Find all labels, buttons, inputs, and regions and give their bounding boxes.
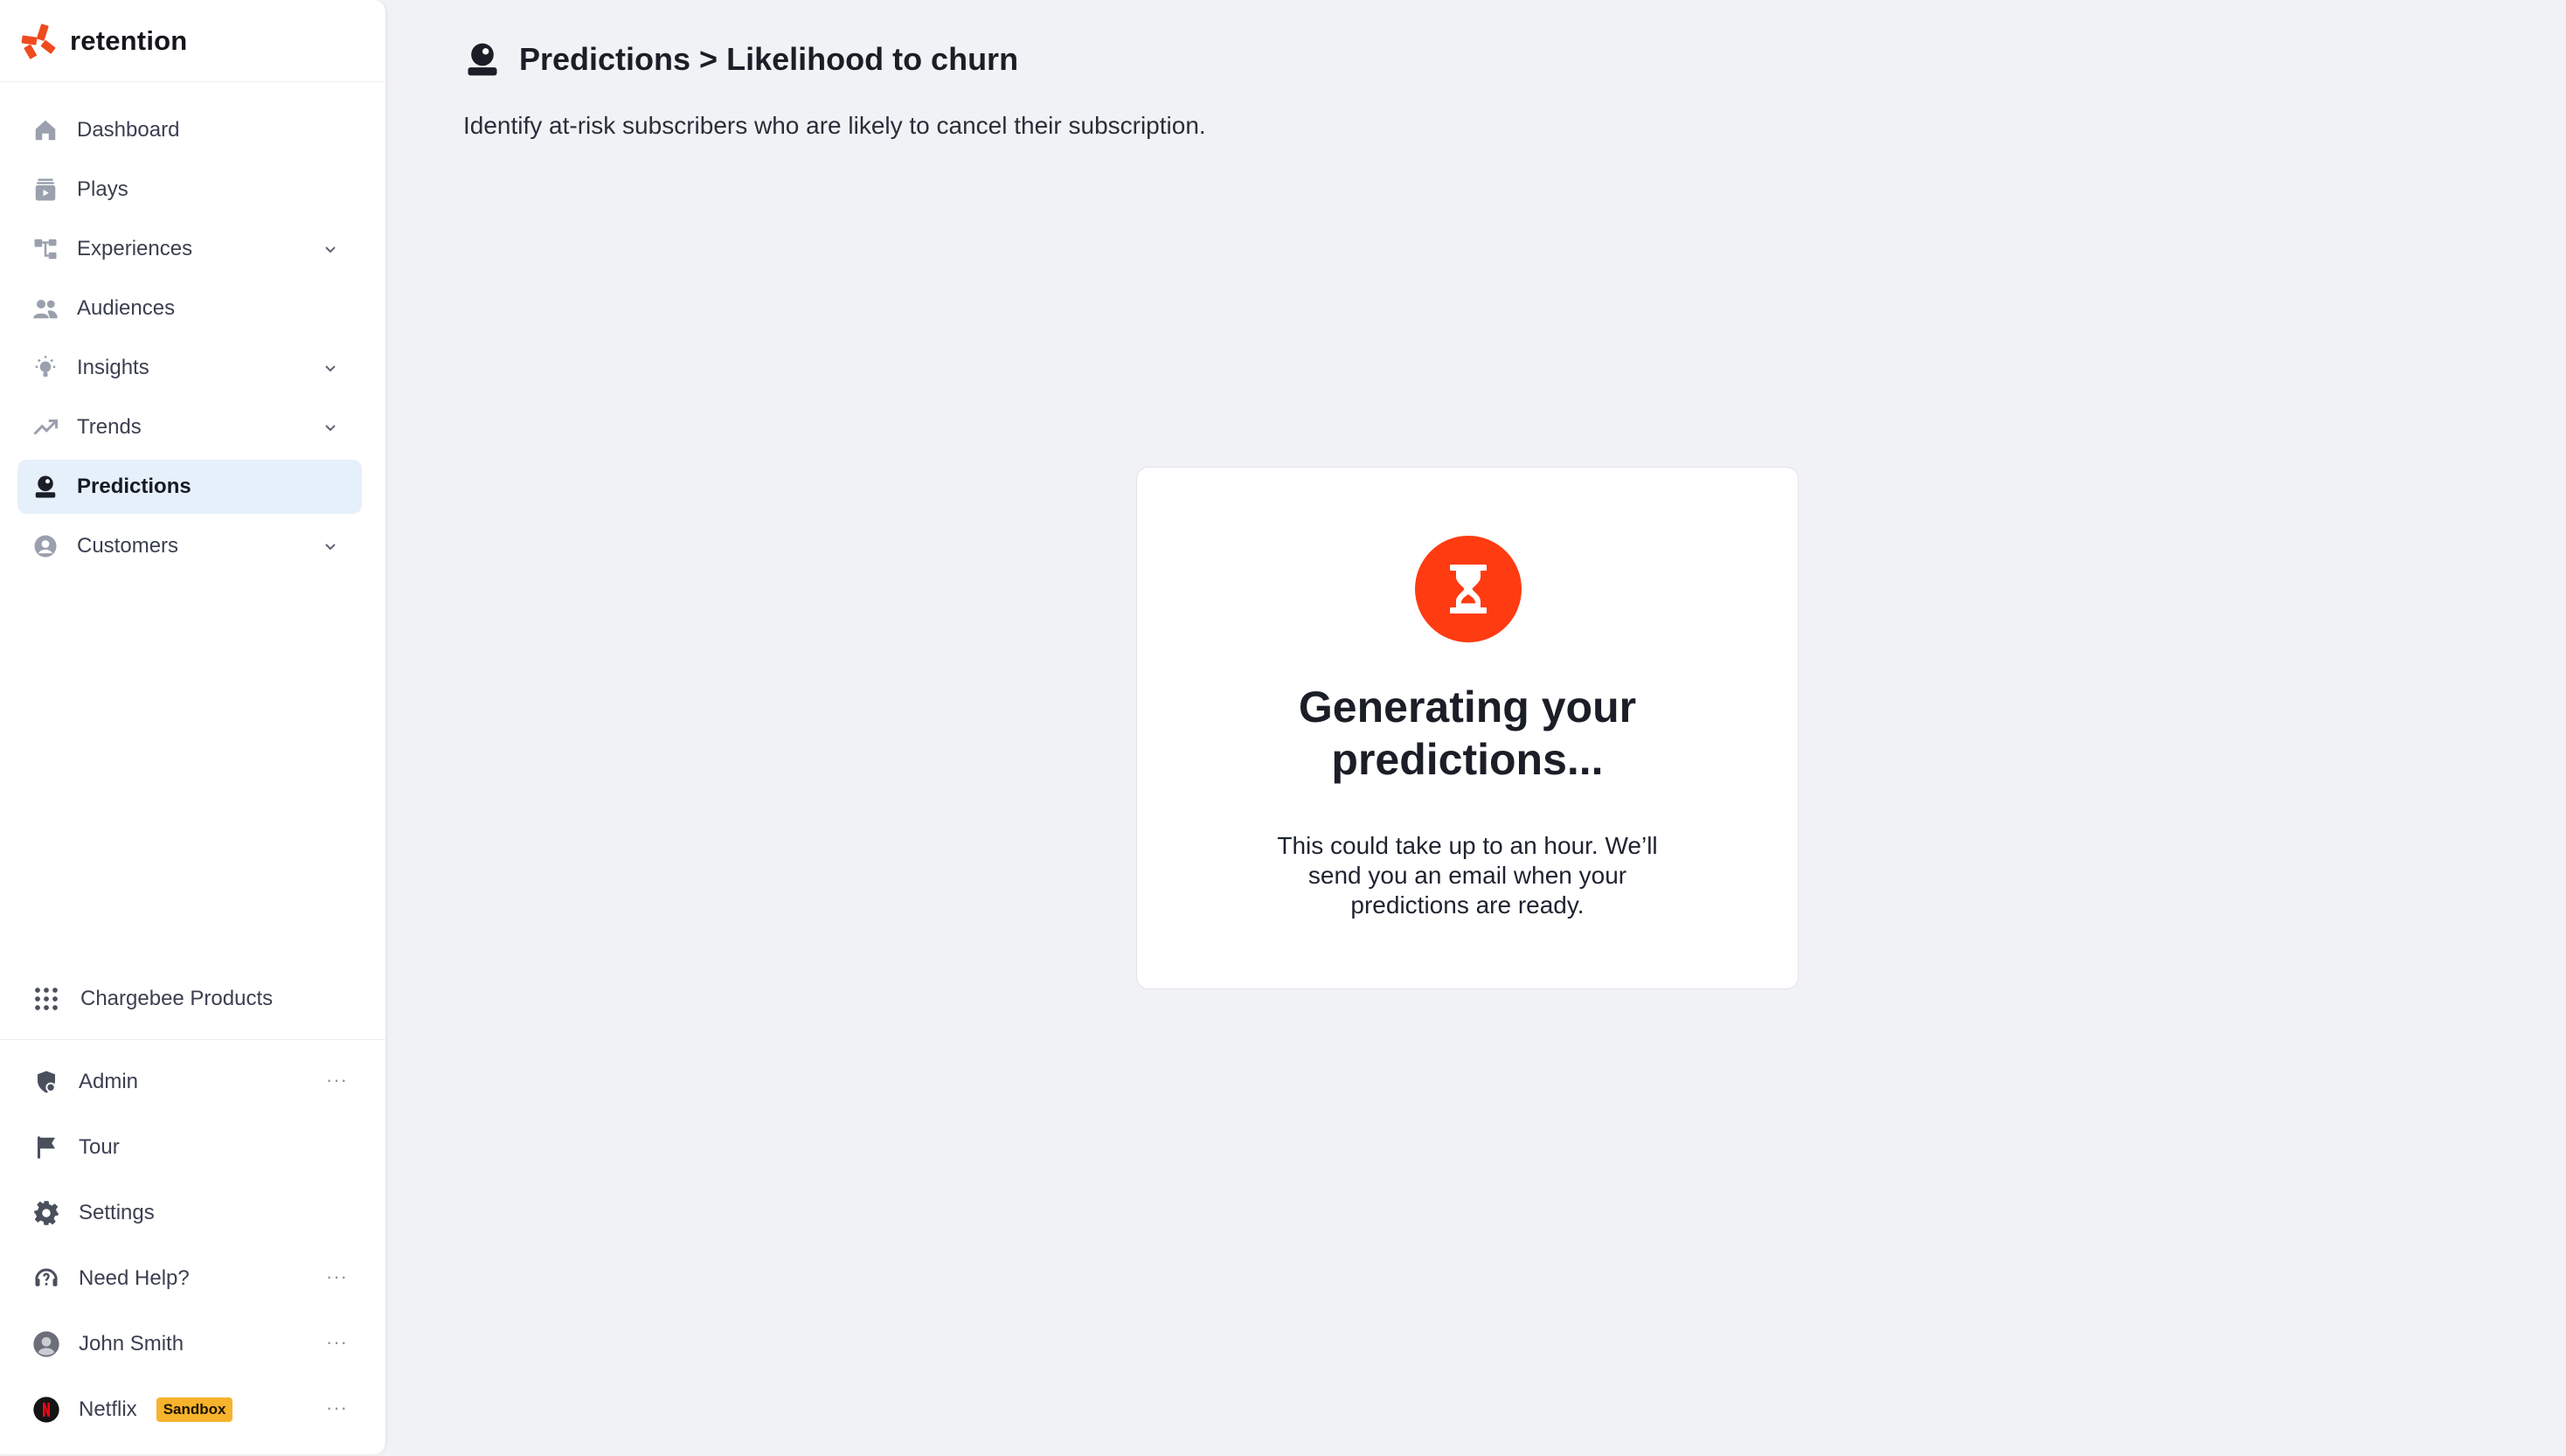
- page-subtitle: Identify at-risk subscribers who are lik…: [463, 112, 1206, 139]
- chevron-down-icon[interactable]: [320, 357, 341, 378]
- sidebar-item-predictions[interactable]: Predictions: [17, 460, 362, 514]
- sidebar-item-label: Insights: [77, 356, 149, 379]
- generating-card: Generating your predictions... This coul…: [1136, 467, 1799, 989]
- help-label: Need Help?: [79, 1265, 190, 1290]
- sidebar-item-experiences[interactable]: Experiences: [17, 222, 362, 276]
- sidebar-item-insights[interactable]: Insights: [17, 341, 362, 395]
- sidebar-item-label: Dashboard: [77, 118, 180, 142]
- admin-label: Admin: [79, 1069, 139, 1093]
- divider: [0, 1039, 385, 1040]
- chevron-down-icon[interactable]: [320, 536, 341, 557]
- sidebar-item-account[interactable]: Netflix Sandbox ···: [17, 1376, 362, 1442]
- avatar: [31, 1329, 61, 1359]
- sidebar-item-settings[interactable]: Settings: [17, 1180, 362, 1245]
- gear-icon: [31, 1198, 61, 1228]
- predictions-icon: [31, 473, 59, 501]
- sandbox-badge: Sandbox: [156, 1397, 233, 1422]
- settings-label: Settings: [79, 1200, 155, 1224]
- netflix-logo-icon: [31, 1395, 61, 1425]
- sidebar-item-label: Plays: [77, 177, 128, 201]
- sidebar-item-label: Predictions: [77, 475, 191, 498]
- sidebar-item-audiences[interactable]: Audiences: [17, 281, 362, 336]
- chargebee-asterisk-icon: [21, 23, 56, 59]
- users-icon: [31, 295, 59, 322]
- more-icon[interactable]: ···: [326, 1332, 348, 1353]
- plays-icon: [31, 176, 59, 204]
- chevron-down-icon[interactable]: [320, 417, 341, 438]
- user-name: John Smith: [79, 1331, 184, 1355]
- user-circle-icon: [31, 532, 59, 560]
- flow-icon: [31, 235, 59, 263]
- chevron-down-icon[interactable]: [320, 239, 341, 260]
- products-label: Chargebee Products: [80, 987, 274, 1010]
- sidebar-item-plays[interactable]: Plays: [17, 163, 362, 217]
- lightbulb-icon: [31, 354, 59, 382]
- sidebar-item-trends[interactable]: Trends: [17, 400, 362, 454]
- sidebar-item-admin[interactable]: Admin ···: [17, 1049, 362, 1114]
- brand-name: retention: [70, 24, 188, 56]
- trend-up-icon: [31, 413, 59, 441]
- sidebar-item-customers[interactable]: Customers: [17, 519, 362, 573]
- more-icon[interactable]: ···: [326, 1266, 348, 1287]
- sidebar-item-label: Experiences: [77, 237, 193, 260]
- help-headset-icon: [31, 1264, 61, 1293]
- card-heading: Generating your predictions...: [1298, 683, 1637, 784]
- sidebar-item-dashboard[interactable]: Dashboard: [17, 103, 362, 157]
- predictions-icon: [468, 43, 497, 76]
- page-title: Predictions > Likelihood to churn: [519, 41, 1019, 77]
- more-icon[interactable]: ···: [326, 1070, 348, 1091]
- more-icon[interactable]: ···: [326, 1397, 348, 1418]
- home-icon: [31, 116, 59, 144]
- grid-icon: [35, 988, 58, 1010]
- page-header: Predictions > Likelihood to churn: [463, 40, 1018, 79]
- tour-label: Tour: [79, 1134, 120, 1159]
- sidebar-item-tour[interactable]: Tour: [17, 1114, 362, 1180]
- flag-icon: [31, 1133, 61, 1162]
- sidebar-item-help[interactable]: Need Help? ···: [17, 1245, 362, 1311]
- sidebar-item-label: Customers: [77, 534, 179, 558]
- sidebar-item-user[interactable]: John Smith ···: [17, 1311, 362, 1376]
- sidebar-item-label: Trends: [77, 415, 142, 439]
- card-body: This could take up to an hour. We’ll sen…: [1277, 832, 1658, 919]
- hourglass-icon: [1415, 536, 1522, 642]
- account-name: Netflix: [79, 1397, 137, 1421]
- sidebar-bottom: Admin ··· Tour Settings Need Help? ··· J…: [17, 1049, 362, 1442]
- sidebar-nav: Dashboard Plays Experiences Audiences In…: [17, 103, 362, 579]
- brand[interactable]: retention: [0, 0, 385, 82]
- sidebar-item-label: Audiences: [77, 296, 176, 320]
- sidebar: retention Dashboard Plays Experiences Au…: [0, 0, 386, 1454]
- chargebee-products-button[interactable]: Chargebee Products: [17, 970, 362, 1028]
- shield-icon: [31, 1067, 61, 1097]
